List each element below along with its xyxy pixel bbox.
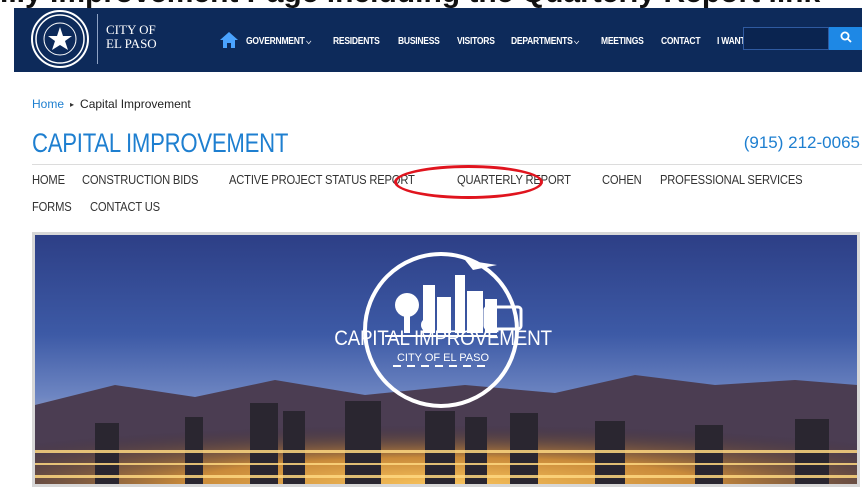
logo-line-2: EL PASO [106,36,157,51]
home-icon[interactable] [220,32,238,48]
subnav-cohen[interactable]: COHEN [602,173,648,187]
subnav-forms[interactable]: FORMS [32,200,78,214]
emblem-subtitle: CITY OF EL PASO [396,352,490,364]
top-navbar: CITY OF EL PASO GOVERNMENT ⌵ RESIDENTS BU… [14,8,862,72]
nav-business[interactable]: BUSINESS [398,36,440,47]
search-input[interactable] [743,27,829,50]
main-nav-menu: GOVERNMENT ⌵ RESIDENTS BUSINESS VISITORS … [246,32,776,50]
nav-government[interactable]: GOVERNMENT ⌵ [246,36,311,47]
screenshot-caption: ...y Improvement Page including the Quar… [0,0,862,8]
nav-contact[interactable]: CONTACT [661,36,701,47]
breadcrumb-separator-icon: ▸ [70,99,75,109]
subnav-construction-bids[interactable]: CONSTRUCTION BIDS [82,173,217,187]
subnav-home[interactable]: HOME [32,173,70,187]
chevron-down-icon: ⌵ [573,36,579,46]
highlight-annotation-ring [394,165,543,199]
search-icon [840,31,852,43]
city-seal-icon[interactable] [31,10,89,68]
nav-meetings[interactable]: MEETINGS [601,36,644,47]
nav-visitors[interactable]: VISITORS [457,36,495,47]
nav-departments[interactable]: DEPARTMENTS ⌵ [511,36,579,47]
subnav-professional-services[interactable]: PROFESSIONAL SERVICES [660,173,826,187]
emblem-title: CAPITAL IMPROVEMENT [334,327,552,350]
logo-divider [97,14,98,64]
logo-line-1: CITY OF [106,22,156,37]
hero-banner-image: CAPITAL IMPROVEMENT CITY OF EL PASO [32,232,860,487]
page-title: CAPITAL IMPROVEMENT [32,128,289,158]
breadcrumb-current: Capital Improvement [80,97,191,111]
chevron-down-icon: ⌵ [306,36,311,46]
nav-residents[interactable]: RESIDENTS [333,36,380,47]
breadcrumb-home-link[interactable]: Home [32,97,64,111]
city-logo-text[interactable]: CITY OF EL PASO [106,23,176,51]
search-button[interactable] [829,27,862,50]
breadcrumb: Home ▸ Capital Improvement [32,97,191,111]
phone-number-link[interactable]: (915) 212-0065 [744,133,860,153]
subnav-contact-us[interactable]: CONTACT US [90,200,171,214]
